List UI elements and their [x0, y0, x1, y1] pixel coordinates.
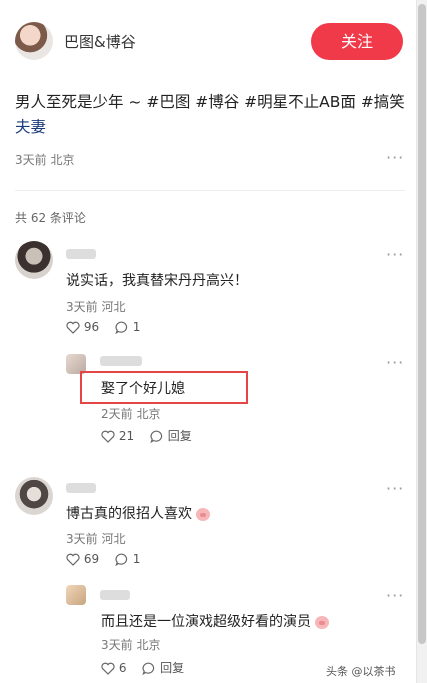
comment-bubble-icon — [115, 321, 128, 334]
follow-button[interactable]: 关注 — [311, 23, 403, 60]
commenter-name[interactable] — [66, 249, 96, 259]
heart-icon — [66, 321, 80, 334]
reply-label: 回复 — [167, 429, 192, 443]
like-button[interactable]: 69 — [66, 552, 103, 566]
comment-meta: 3天前 河北 — [66, 300, 126, 314]
like-count: 6 — [118, 661, 127, 675]
author-name[interactable]: 巴图&博谷 — [64, 31, 136, 52]
replier-name[interactable] — [100, 356, 142, 366]
comment-text: 说实话，我真替宋丹丹高兴！ — [66, 273, 248, 289]
reply-meta: 2天前 北京 — [101, 407, 161, 421]
comment-bubble-icon — [150, 430, 163, 443]
scrollbar-thumb[interactable] — [418, 4, 426, 644]
reply-button[interactable]: 回复 — [150, 429, 192, 443]
reply-count-button[interactable]: 1 — [115, 552, 140, 566]
divider — [15, 190, 405, 191]
pig-emoji-icon — [315, 615, 330, 629]
post-meta: 3天前 北京 — [15, 153, 75, 167]
reply-count: 1 — [132, 552, 141, 566]
reply-count-button[interactable]: 1 — [115, 320, 140, 334]
like-count: 96 — [83, 320, 100, 334]
reply-actions: 6 回复 — [101, 659, 184, 676]
reply-button[interactable]: 回复 — [142, 661, 184, 675]
comment-text-wrap: 博古真的很招人喜欢 — [66, 503, 211, 523]
heart-icon — [101, 430, 115, 443]
comments-count: 共 62 条评论 — [15, 211, 86, 225]
comment-bubble-icon — [115, 553, 128, 566]
post-more-icon[interactable]: ··· — [386, 148, 404, 167]
comment-actions: 96 1 — [66, 320, 140, 334]
reply-text: 而且还是一位演戏超级好看的演员 — [101, 614, 311, 630]
reply-text: 娶了个好儿媳 — [101, 381, 185, 397]
heart-icon — [101, 662, 115, 675]
like-button[interactable]: 96 — [66, 320, 103, 334]
like-count: 69 — [83, 552, 100, 566]
comment-meta: 3天前 河北 — [66, 532, 126, 546]
pig-emoji-icon — [196, 507, 211, 521]
reply-avatar[interactable] — [66, 585, 86, 605]
like-count: 21 — [118, 429, 135, 443]
post-text-line1: 男人至死是少年 ~ #巴图 #博谷 #明星不止AB面 #搞笑 — [15, 93, 405, 111]
comment-more-icon[interactable]: ··· — [386, 245, 404, 264]
author-avatar[interactable] — [15, 22, 53, 60]
reply-label: 回复 — [160, 661, 185, 675]
comment-bubble-icon — [142, 662, 155, 675]
watermark: 头条 @以茶书 — [326, 665, 396, 678]
reply-more-icon[interactable]: ··· — [386, 353, 404, 372]
like-button[interactable]: 21 — [101, 429, 138, 443]
reply-more-icon[interactable]: ··· — [386, 586, 404, 605]
comment-text: 博古真的很招人喜欢 — [66, 506, 192, 522]
heart-icon — [66, 553, 80, 566]
reply-meta: 3天前 北京 — [101, 638, 161, 652]
replier-name[interactable] — [100, 590, 130, 600]
like-button[interactable]: 6 — [101, 661, 130, 675]
reply-text-wrap: 而且还是一位演戏超级好看的演员 — [101, 611, 330, 631]
comment-avatar[interactable] — [15, 241, 53, 279]
comment-actions: 69 1 — [66, 552, 140, 566]
reply-actions: 21 回复 — [101, 427, 192, 444]
reply-count: 1 — [132, 320, 141, 334]
post-text-line2: 夫妻 — [15, 118, 47, 136]
comment-more-icon[interactable]: ··· — [386, 479, 404, 498]
comment-avatar[interactable] — [15, 477, 53, 515]
commenter-name[interactable] — [66, 483, 96, 493]
